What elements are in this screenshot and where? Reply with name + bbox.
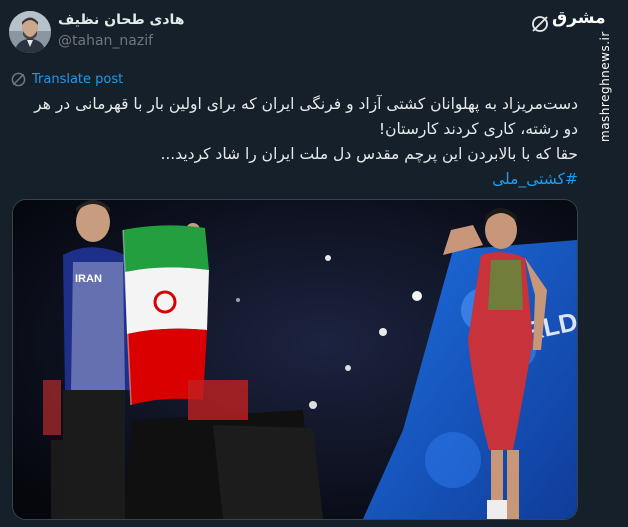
author-name[interactable]: هادی طحان نظیف (58, 12, 185, 28)
post-line-2: دو رشته، کاری کردند کارستان! (378, 120, 578, 138)
translate-label: Translate post (32, 71, 124, 87)
avatar[interactable] (9, 11, 51, 53)
post-line-1: دست‌مریزاد به پهلوانان کشتی آزاد و فرنگی… (34, 95, 578, 113)
post: هادی طحان نظیف @tahan_nazif Translate po… (0, 0, 590, 527)
translate-post-link[interactable]: Translate post (11, 70, 123, 88)
watermark-site: mashreghnews.ir (598, 31, 612, 142)
translate-icon (11, 72, 26, 87)
author-handle[interactable]: @tahan_nazif (58, 33, 153, 49)
post-text: دست‌مریزاد به پهلوانان کشتی آزاد و فرنگی… (14, 92, 578, 192)
post-image[interactable]: WORLD CHAMPIONSHIPS IRAN (12, 199, 578, 520)
shirt-text: IRAN (75, 273, 102, 285)
watermark-logo: مشرق (552, 8, 607, 28)
hashtag-link[interactable]: #کشتی_ملی (492, 170, 578, 188)
grok-icon[interactable] (530, 14, 550, 34)
post-line-3: حقا که با بالابردن این پرچم مقدس دل ملت … (160, 145, 578, 163)
iran-flag (122, 225, 209, 406)
